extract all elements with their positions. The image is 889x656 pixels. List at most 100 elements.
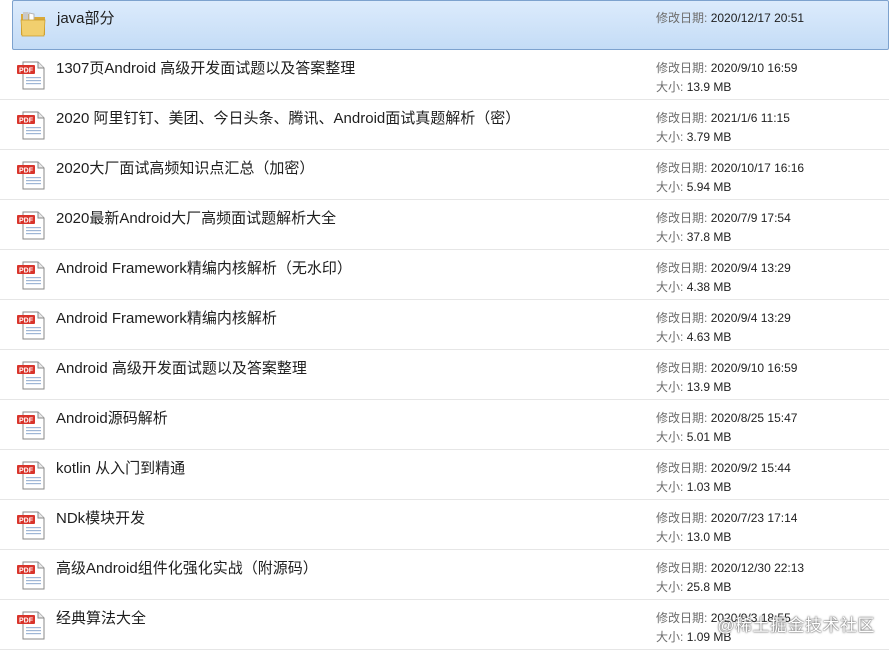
modified-label: 修改日期: — [656, 11, 708, 25]
file-meta: 修改日期: 2020/9/10 16:59 大小: 13.9 MB — [656, 59, 797, 97]
file-name: Android Framework精编内核解析（无水印） — [56, 260, 352, 277]
file-row[interactable]: PDF 1307页Android 高级开发面试题以及答案整理 修改日期: 2020/… — [0, 50, 889, 100]
file-name: Android源码解析 — [56, 410, 168, 427]
file-row[interactable]: PDF kotlin 从入门到精通 修改日期: 2020/9/2 15:44 大小: … — [0, 450, 889, 500]
pdf-file-icon: PDF — [17, 561, 45, 590]
file-row[interactable]: PDF Android 高级开发面试题以及答案整理 修改日期: 2020/9/10 … — [0, 350, 889, 400]
size-label: 大小: — [656, 480, 684, 494]
size-label: 大小: — [656, 430, 684, 444]
modified-date: 2020/7/9 17:54 — [710, 211, 791, 225]
file-size: 5.01 MB — [686, 430, 732, 444]
pdf-file-icon: PDF — [17, 261, 45, 290]
pdf-badge: PDF — [19, 517, 34, 524]
modified-label: 修改日期: — [656, 511, 708, 525]
file-name: 1307页Android 高级开发面试题以及答案整理 — [56, 60, 356, 77]
size-label: 大小: — [656, 380, 684, 394]
file-meta: 修改日期: 2021/1/6 11:15 大小: 3.79 MB — [656, 109, 790, 147]
file-size: 25.8 MB — [686, 580, 732, 594]
pdf-file-icon: PDF — [17, 311, 45, 340]
size-label: 大小: — [656, 580, 684, 594]
pdf-badge: PDF — [19, 167, 34, 174]
size-label: 大小: — [656, 230, 684, 244]
file-meta: 修改日期: 2020/12/30 22:13 大小: 25.8 MB — [656, 559, 804, 597]
modified-date: 2020/9/10 16:59 — [710, 361, 798, 375]
modified-date: 2020/12/17 20:51 — [710, 11, 805, 25]
modified-date: 2020/9/4 13:29 — [710, 261, 791, 275]
modified-date: 2020/9/4 13:29 — [710, 311, 791, 325]
folder-name: java部分 — [57, 10, 115, 27]
pdf-file-icon: PDF — [17, 611, 45, 640]
pdf-badge: PDF — [19, 317, 34, 324]
modified-date: 2020/8/25 15:47 — [710, 411, 798, 425]
file-name: 经典算法大全 — [56, 610, 147, 627]
folder-icon — [20, 12, 46, 37]
pdf-file-icon: PDF — [17, 411, 45, 440]
modified-label: 修改日期: — [656, 611, 708, 625]
file-row[interactable]: PDF Android Framework精编内核解析（无水印） 修改日期: 202… — [0, 250, 889, 300]
modified-date: 2021/1/6 11:15 — [710, 111, 790, 125]
pdf-file-icon: PDF — [17, 161, 45, 190]
size-label: 大小: — [656, 80, 684, 94]
file-meta: 修改日期: 2020/9/4 13:29 大小: 4.63 MB — [656, 309, 791, 347]
modified-label: 修改日期: — [656, 561, 708, 575]
file-name: 高级Android组件化强化实战（附源码） — [56, 560, 318, 577]
modified-date: 2020/9/10 16:59 — [710, 61, 798, 75]
file-row[interactable]: PDF NDk模块开发 修改日期: 2020/7/23 17:14 大小: 13.0 … — [0, 500, 889, 550]
file-name: Android 高级开发面试题以及答案整理 — [56, 360, 307, 377]
pdf-file-icon: PDF — [17, 461, 45, 490]
file-list: java部分 修改日期: 2020/12/17 20:51 PDF 1307页An… — [0, 0, 889, 650]
file-row[interactable]: PDF 2020 阿里钉钉、美团、今日头条、腾讯、Android面试真题解析（密）… — [0, 100, 889, 150]
pdf-badge: PDF — [19, 217, 34, 224]
size-label: 大小: — [656, 330, 684, 344]
modified-label: 修改日期: — [656, 261, 708, 275]
pdf-file-icon: PDF — [17, 61, 45, 90]
pdf-badge: PDF — [19, 617, 34, 624]
file-size: 5.94 MB — [686, 180, 732, 194]
file-size: 4.63 MB — [686, 330, 732, 344]
modified-date: 2020/7/23 17:14 — [710, 511, 798, 525]
file-row[interactable]: PDF 2020大厂面试高频知识点汇总（加密） 修改日期: 2020/10/17 1… — [0, 150, 889, 200]
file-size: 37.8 MB — [686, 230, 732, 244]
file-meta: 修改日期: 2020/9/10 16:59 大小: 13.9 MB — [656, 359, 797, 397]
file-meta: 修改日期: 2020/10/17 16:16 大小: 5.94 MB — [656, 159, 804, 197]
modified-label: 修改日期: — [656, 311, 708, 325]
modified-label: 修改日期: — [656, 361, 708, 375]
file-size: 13.9 MB — [686, 380, 732, 394]
pdf-file-icon: PDF — [17, 361, 45, 390]
file-name: Android Framework精编内核解析 — [56, 310, 277, 327]
file-row[interactable]: PDF Android Framework精编内核解析 修改日期: 2020/9/4… — [0, 300, 889, 350]
size-label: 大小: — [656, 180, 684, 194]
file-name: NDk模块开发 — [56, 510, 146, 527]
file-size: 13.0 MB — [686, 530, 732, 544]
modified-label: 修改日期: — [656, 411, 708, 425]
file-row[interactable]: PDF 2020最新Android大厂高频面试题解析大全 修改日期: 2020/7/… — [0, 200, 889, 250]
size-label: 大小: — [656, 630, 684, 644]
modified-label: 修改日期: — [656, 61, 708, 75]
pdf-badge: PDF — [19, 367, 34, 374]
file-row[interactable]: PDF 高级Android组件化强化实战（附源码） 修改日期: 2020/12/30… — [0, 550, 889, 600]
file-meta: 修改日期: 2020/9/4 13:29 大小: 4.38 MB — [656, 259, 791, 297]
pdf-badge: PDF — [19, 567, 34, 574]
modified-date: 2020/10/17 16:16 — [710, 161, 805, 175]
file-name: 2020最新Android大厂高频面试题解析大全 — [56, 210, 337, 227]
file-size: 3.79 MB — [686, 130, 732, 144]
pdf-badge: PDF — [19, 267, 34, 274]
pdf-badge: PDF — [19, 117, 34, 124]
file-row[interactable]: PDF Android源码解析 修改日期: 2020/8/25 15:47 大小: 5… — [0, 400, 889, 450]
file-meta: 修改日期: 2020/7/23 17:14 大小: 13.0 MB — [656, 509, 797, 547]
file-name: kotlin 从入门到精通 — [56, 460, 186, 477]
folder-meta: 修改日期: 2020/12/17 20:51 — [656, 9, 804, 28]
modified-label: 修改日期: — [656, 111, 708, 125]
pdf-badge: PDF — [19, 467, 34, 474]
pdf-badge: PDF — [19, 67, 34, 74]
pdf-file-icon: PDF — [17, 111, 45, 140]
folder-row[interactable]: java部分 修改日期: 2020/12/17 20:51 — [12, 0, 889, 50]
modified-label: 修改日期: — [656, 161, 708, 175]
file-name: 2020 阿里钉钉、美团、今日头条、腾讯、Android面试真题解析（密） — [56, 110, 521, 127]
watermark: @稀土掘金技术社区 — [717, 616, 875, 635]
size-label: 大小: — [656, 280, 684, 294]
pdf-file-icon: PDF — [17, 511, 45, 540]
file-size: 13.9 MB — [686, 80, 732, 94]
size-label: 大小: — [656, 530, 684, 544]
modified-label: 修改日期: — [656, 461, 708, 475]
